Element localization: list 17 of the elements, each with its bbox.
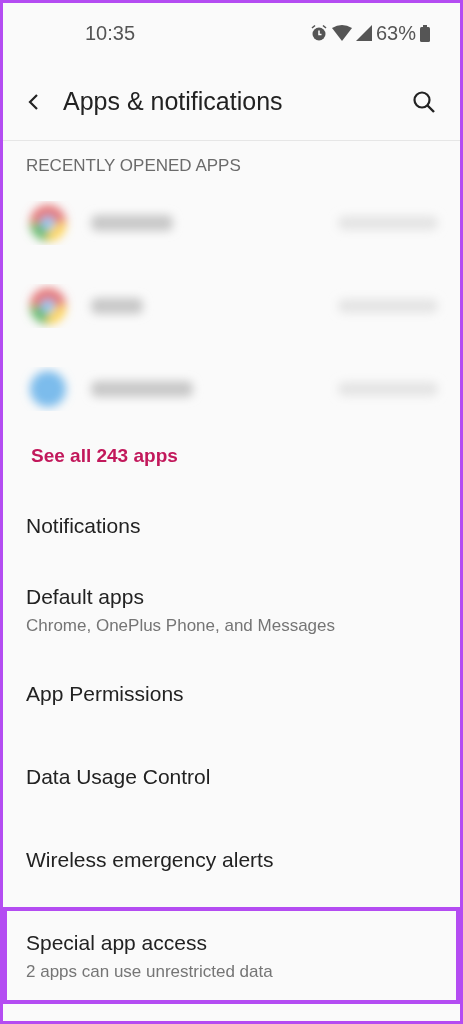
section-header: RECENTLY OPENED APPS [25,155,242,177]
menu-item[interactable]: App Permissions [3,652,460,735]
battery-icon [420,24,430,42]
menu-item[interactable]: Data Usage Control [3,735,460,818]
menu-item[interactable]: Wireless emergency alerts [3,818,460,901]
search-button[interactable] [412,89,436,114]
alarm-icon [309,24,328,42]
menu-item[interactable]: Notifications [3,484,460,567]
menu-item[interactable]: Default apps Chrome, OnePlus Phone, and Messages [3,567,460,652]
status-time: 10:35 [85,21,136,46]
back-button[interactable] [27,92,39,111]
screen-title: Apps & notifications [63,85,284,117]
battery-percentage: 63% [375,21,416,46]
wifi-icon [331,25,352,41]
see-all-apps-link[interactable]: See all 243 apps [3,431,206,484]
signal-icon [355,25,372,41]
menu-item[interactable]: Special app access 2 apps can use unrestricted data [3,907,460,1004]
